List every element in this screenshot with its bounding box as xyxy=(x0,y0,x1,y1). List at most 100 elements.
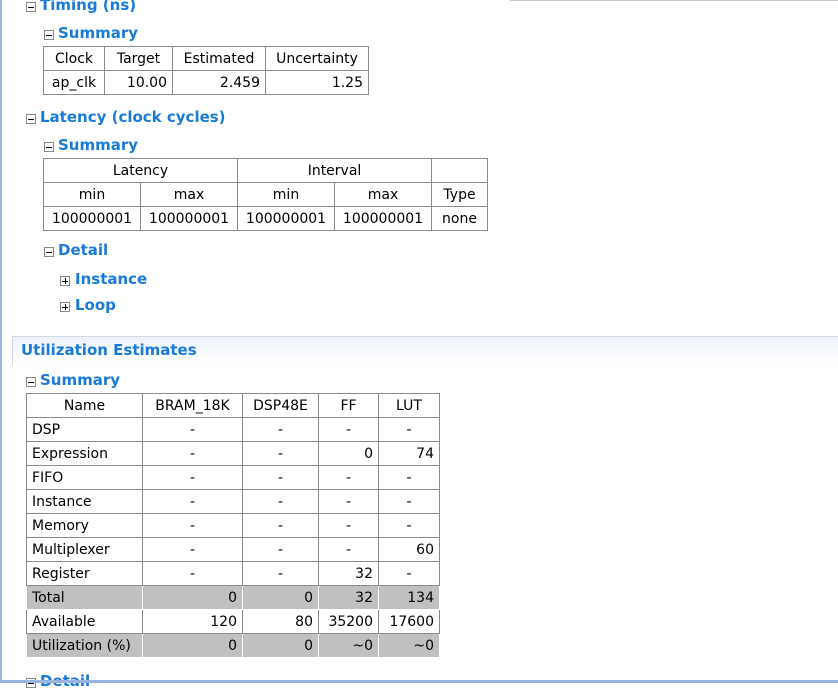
utilization-panel-header: Utilization Estimates xyxy=(12,336,838,365)
header-cell: min xyxy=(43,182,141,207)
expand-icon[interactable] xyxy=(60,276,70,286)
cell: 80 xyxy=(242,609,319,634)
header-cell: max xyxy=(334,182,432,207)
table-row: Available 120 80 35200 17600 xyxy=(26,609,440,634)
cell: DSP xyxy=(26,417,143,442)
cell: Total xyxy=(26,585,143,610)
collapse-icon[interactable] xyxy=(44,30,54,40)
loop-heading[interactable]: Loop xyxy=(75,296,116,314)
cell: - xyxy=(242,537,319,562)
latency-detail-heading[interactable]: Detail xyxy=(58,241,108,259)
cell: 0 xyxy=(318,441,379,466)
timing-summary-heading[interactable]: Summary xyxy=(58,24,138,42)
latency-summary-heading[interactable]: Summary xyxy=(58,136,138,154)
header-cell: FF xyxy=(318,393,379,418)
timing-table: Clock Target Estimated Uncertainty ap_cl… xyxy=(43,46,369,95)
cell: 0 xyxy=(142,633,243,658)
cell: - xyxy=(142,417,243,442)
cell: - xyxy=(242,441,319,466)
cell: - xyxy=(318,417,379,442)
top-border xyxy=(510,0,838,1)
cell: - xyxy=(242,561,319,586)
cell: Instance xyxy=(26,489,143,514)
cell: none xyxy=(431,206,488,231)
header-cell: Type xyxy=(431,182,488,207)
cell: 100000001 xyxy=(334,206,432,231)
cell: - xyxy=(378,513,440,538)
table-row: Utilization (%) 0 0 ~0 ~0 xyxy=(26,633,440,658)
cell: Available xyxy=(26,609,143,634)
cell: 0 xyxy=(142,585,243,610)
cell: Expression xyxy=(26,441,143,466)
header-cell: BRAM_18K xyxy=(142,393,243,418)
cell: 100000001 xyxy=(43,206,141,231)
expand-icon[interactable] xyxy=(60,302,70,312)
cell: - xyxy=(378,417,440,442)
cell: - xyxy=(318,537,379,562)
table-header-row: Name BRAM_18K DSP48E FF LUT xyxy=(26,393,440,418)
cell: - xyxy=(142,513,243,538)
utilization-title: Utilization Estimates xyxy=(21,341,197,359)
table-header-row: min max min max Type xyxy=(43,182,488,207)
table-row: Multiplexer - - -60 xyxy=(26,537,440,562)
cell: 100000001 xyxy=(140,206,238,231)
header-cell: LUT xyxy=(378,393,440,418)
timing-heading[interactable]: Timing (ns) xyxy=(40,0,136,14)
cell: 1.25 xyxy=(265,70,369,95)
header-cell: min xyxy=(237,182,335,207)
cell: 10.00 xyxy=(104,70,173,95)
cell: FIFO xyxy=(26,465,143,490)
collapse-icon[interactable] xyxy=(44,142,54,152)
cell: - xyxy=(378,561,440,586)
cell: - xyxy=(142,465,243,490)
cell: - xyxy=(242,465,319,490)
cell: Utilization (%) xyxy=(26,633,143,658)
cell: 2.459 xyxy=(172,70,266,95)
collapse-icon[interactable] xyxy=(26,2,36,12)
utilization-summary-heading[interactable]: Summary xyxy=(40,371,120,389)
collapse-icon[interactable] xyxy=(44,247,54,257)
cell: 74 xyxy=(378,441,440,466)
cell: - xyxy=(318,489,379,514)
table-row: ap_clk 10.00 2.459 1.25 xyxy=(43,70,369,95)
cell: ap_clk xyxy=(43,70,105,95)
cell: 134 xyxy=(378,585,440,610)
header-cell: max xyxy=(140,182,238,207)
header-cell: Estimated xyxy=(172,46,266,71)
table-row: Register - -32- xyxy=(26,561,440,586)
collapse-icon[interactable] xyxy=(26,114,36,124)
cell: - xyxy=(242,513,319,538)
header-cell: Clock xyxy=(43,46,105,71)
table-row: DSP - - - - xyxy=(26,417,440,442)
header-cell: Uncertainty xyxy=(265,46,369,71)
latency-heading[interactable]: Latency (clock cycles) xyxy=(40,108,226,126)
cell: - xyxy=(378,465,440,490)
cell: - xyxy=(242,489,319,514)
table-group-header-row: Latency Interval xyxy=(43,158,488,183)
cell: ~0 xyxy=(318,633,379,658)
cell: 17600 xyxy=(378,609,440,634)
cell: 60 xyxy=(378,537,440,562)
utilization-table: Name BRAM_18K DSP48E FF LUT DSP - - - - Expre… xyxy=(26,393,440,658)
collapse-icon[interactable] xyxy=(26,377,36,387)
latency-table: Latency Interval min max min max Type 10… xyxy=(43,158,488,231)
header-cell: Latency xyxy=(43,158,238,183)
table-row: Memory - - - - xyxy=(26,513,440,538)
header-cell: DSP48E xyxy=(242,393,319,418)
cell: - xyxy=(378,489,440,514)
header-cell: Name xyxy=(26,393,143,418)
cell: - xyxy=(142,489,243,514)
header-cell: Target xyxy=(104,46,173,71)
table-row: 100000001 100000001 100000001 100000001 … xyxy=(43,206,488,231)
cell: ~0 xyxy=(378,633,440,658)
cell: 32 xyxy=(318,585,379,610)
cell: 120 xyxy=(142,609,243,634)
table-header-row: Clock Target Estimated Uncertainty xyxy=(43,46,369,71)
cell: 0 xyxy=(242,585,319,610)
cell: 32 xyxy=(318,561,379,586)
cell: - xyxy=(242,417,319,442)
instance-heading[interactable]: Instance xyxy=(75,270,147,288)
table-row: FIFO - - - - xyxy=(26,465,440,490)
header-cell: Interval xyxy=(237,158,432,183)
cell: Memory xyxy=(26,513,143,538)
